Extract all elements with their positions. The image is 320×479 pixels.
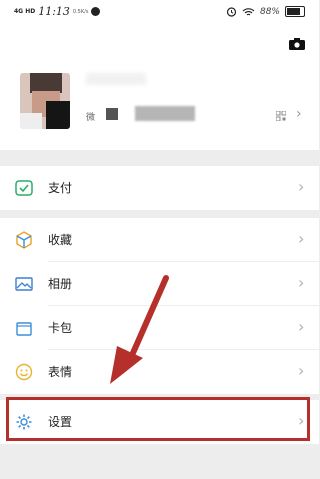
chevron-right-icon: ›	[298, 317, 305, 336]
wechat-id-label: 微	[86, 113, 96, 123]
menu-item-cards[interactable]: 卡包 ›	[0, 306, 319, 350]
wallet-icon	[16, 322, 32, 336]
menu-item-stickers[interactable]: 表情 ›	[0, 350, 319, 394]
qr-code-icon[interactable]	[276, 111, 286, 121]
avatar[interactable]	[20, 73, 70, 129]
wifi-icon	[242, 7, 255, 15]
menu-item-label: 相册	[48, 277, 73, 291]
notification-dot-icon	[91, 7, 101, 16]
battery-percent: 88%	[259, 6, 280, 17]
chevron-right-icon: ›	[298, 273, 305, 292]
annotation-highlight-box	[6, 397, 310, 441]
chevron-right-icon: ›	[298, 229, 305, 248]
profile-card[interactable]: 微 ›	[0, 28, 319, 150]
menu-item-label: 卡包	[48, 321, 73, 335]
wechat-pay-icon	[15, 180, 33, 196]
camera-icon[interactable]	[289, 38, 305, 50]
chevron-right-icon[interactable]: ›	[296, 106, 302, 122]
clock: 11:13	[38, 5, 70, 18]
smile-icon	[15, 363, 33, 381]
nickname-blurred	[86, 73, 146, 85]
status-bar: 4G HD 11:13 0.5K/s 88%	[0, 0, 319, 28]
menu-item-favorites[interactable]: 收藏 ›	[0, 218, 319, 262]
menu-item-album[interactable]: 相册 ›	[0, 262, 319, 306]
wechat-id-blurred	[106, 108, 118, 120]
image-icon	[15, 277, 33, 291]
cube-icon	[16, 231, 32, 249]
menu-item-label: 收藏	[48, 233, 73, 247]
chevron-right-icon: ›	[298, 177, 305, 196]
alarm-icon	[226, 7, 237, 17]
menu-item-label: 支付	[48, 181, 73, 195]
speed-indicator: 0.5K/s	[72, 8, 89, 15]
chevron-right-icon: ›	[298, 361, 305, 380]
battery-icon	[285, 6, 305, 17]
wechat-id-blurred	[135, 106, 195, 121]
network-indicator: 4G HD	[14, 7, 36, 15]
menu-item-pay[interactable]: 支付 ›	[0, 166, 319, 210]
menu-item-label: 表情	[48, 365, 73, 379]
